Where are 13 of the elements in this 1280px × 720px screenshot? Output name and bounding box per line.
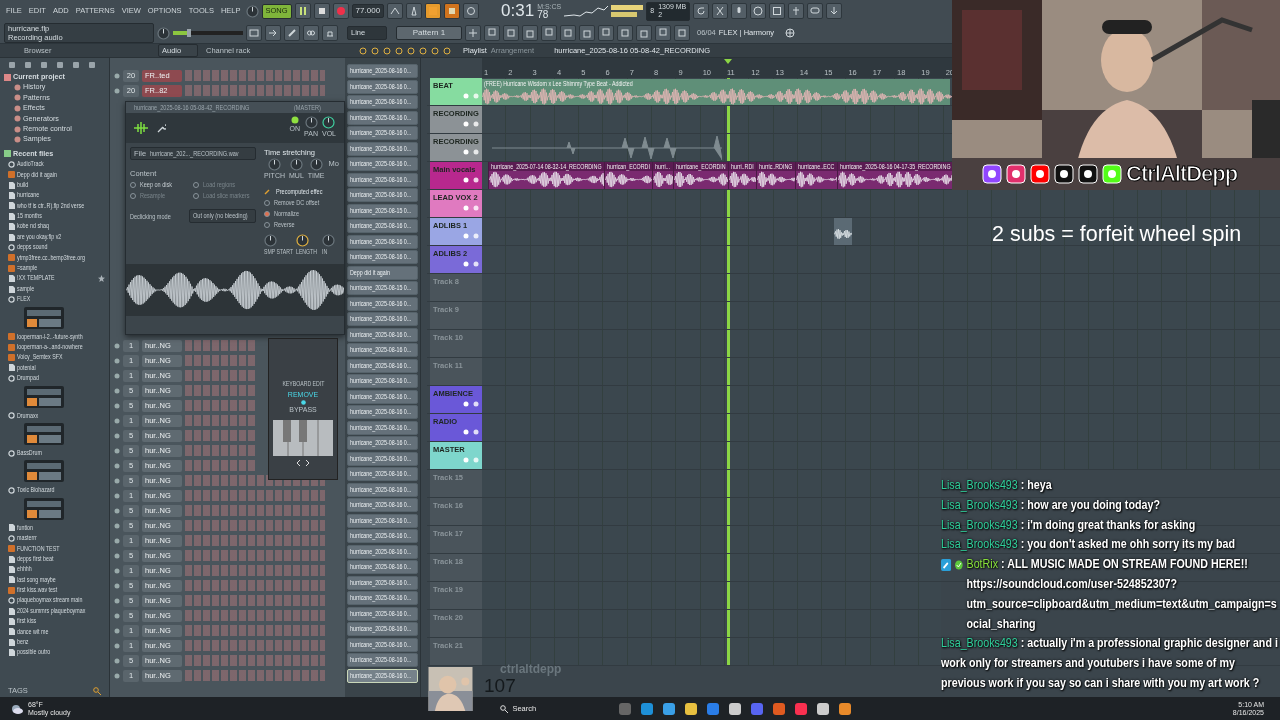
chat-message: Lisa_Brooks493 : i'm doing great thanks for asking xyxy=(941,516,1197,534)
chat-message: Lisa_Brooks493 : how are you doing today? xyxy=(941,496,1161,514)
pattern-selector[interactable]: Pattern 1 xyxy=(396,26,462,40)
song-time: 0:31 xyxy=(501,0,535,23)
chat-message: Lisa_Brooks493 : you don't asked me ohh sorry its my bad xyxy=(941,536,1237,554)
time-fraction: 78 xyxy=(537,9,549,20)
chat-message: Lisa_Brooks493 : heya xyxy=(941,477,1053,494)
channel-name: CtrlAltDepp xyxy=(1126,163,1238,185)
viewer-name: ctrlaltdepp xyxy=(500,661,562,678)
chat-message: Lisa_Brooks493 : actually i'm a professional graphic designer and i work only for streamers and youtubers i have some of my previous work if you say so can i share with you my art work ? xyxy=(941,635,1279,692)
goal-text: 2 subs = forfeit wheel spin xyxy=(992,221,1242,248)
tempo-field[interactable]: 77.000 xyxy=(351,4,385,18)
chat-message: BotRix : ALL MUSIC MADE ON STREAM FOUND HERE!! https://soundcloud.com/user-524852307?utm_source=clipboard&utm_medium=text&utm_campaign=social_sharing xyxy=(966,556,1278,633)
